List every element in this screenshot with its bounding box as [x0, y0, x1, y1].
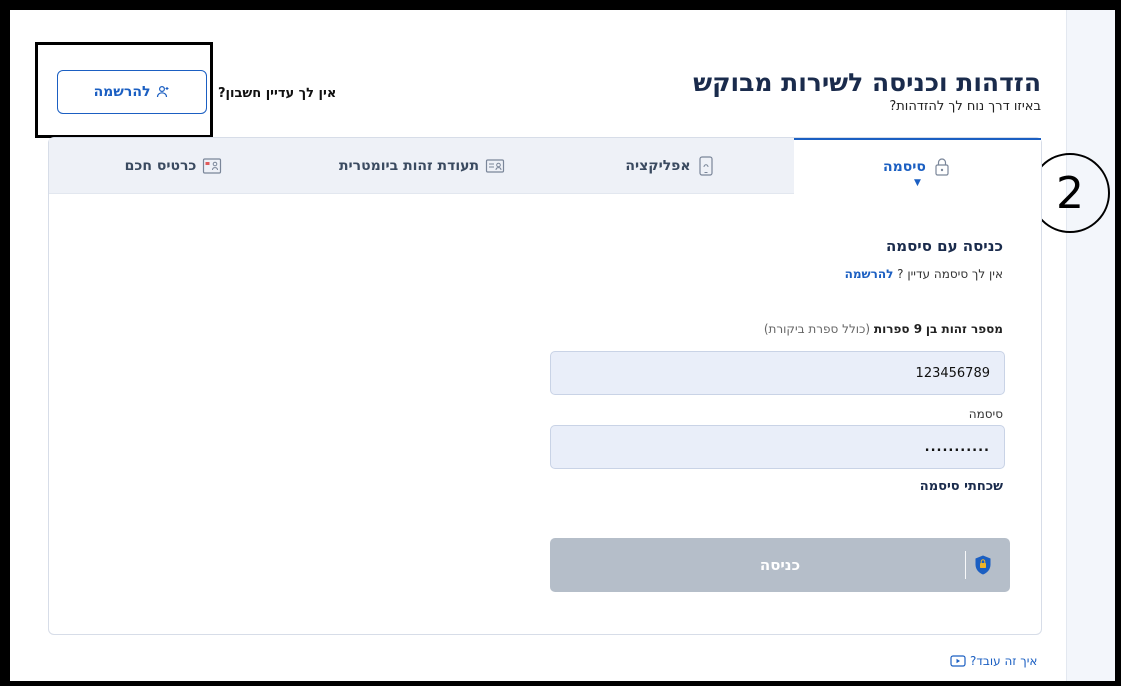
frame-left-border [0, 0, 10, 686]
tab-app-label: אפליקציה [625, 157, 691, 174]
no-account-text: אין לך עדיין חשבון? [218, 86, 337, 101]
page-title: הזדהות וכניסה לשירות מבוקש [693, 68, 1041, 97]
tab-smart-card[interactable]: כרטיס חכם [49, 138, 298, 193]
id-card-icon [485, 158, 505, 174]
login-method-tabs: סיסמה ▼ אפליקציה תעודת זהות ביומטרית כרט… [49, 138, 1041, 194]
tab-biometric-id-label: תעודת זהות ביומטרית [338, 157, 480, 174]
frame-bottom-border [0, 681, 1121, 686]
how-it-works-link[interactable]: איך זה עובד? [950, 654, 1037, 668]
id-label-prefix: מספר זהות בן [925, 322, 1003, 336]
password-input[interactable]: ........... [550, 425, 1005, 469]
login-card: סיסמה ▼ אפליקציה תעודת זהות ביומטרית כרט… [48, 137, 1042, 635]
phone-icon [697, 155, 715, 177]
no-password-prefix: אין לך סיסמה עדיין ? [897, 267, 1003, 281]
play-video-icon [950, 655, 966, 667]
right-side-panel [1066, 10, 1115, 681]
login-button-label: כניסה [759, 556, 801, 574]
lock-icon [932, 157, 952, 177]
annotation-highlight-box [35, 42, 213, 138]
no-password-signup-link[interactable]: להרשמה [845, 267, 894, 281]
tab-smart-card-label: כרטיס חכם [124, 157, 197, 174]
how-it-works-label: איך זה עובד? [970, 654, 1038, 668]
id-number-input[interactable]: 123456789 [550, 351, 1005, 395]
no-password-text: אין לך סיסמה עדיין ? להרשמה [845, 267, 1003, 281]
tab-biometric-id[interactable]: תעודת זהות ביומטרית [298, 138, 546, 193]
smart-card-icon [202, 157, 222, 175]
frame-right-border [1114, 0, 1121, 686]
password-field-label: סיסמה [968, 407, 1003, 421]
id-field-label: מספר זהות בן 9 ספרות (כולל ספרת ביקורת) [764, 322, 1003, 336]
annotation-step-number: 2 [1030, 153, 1110, 233]
id-label-digits: 9 ספרות [873, 322, 923, 336]
login-button[interactable]: כניסה [550, 538, 1010, 592]
login-button-divider [965, 551, 966, 579]
section-title: כניסה עם סיסמה [885, 237, 1003, 255]
shield-icon [970, 552, 996, 578]
frame-top-border [0, 0, 1121, 10]
tab-password-label: סיסמה [883, 159, 926, 175]
id-label-note: (כולל ספרת ביקורת) [763, 322, 871, 336]
page-subtitle: באיזו דרך נוח לך להזדהות? [889, 99, 1041, 114]
tab-password[interactable]: סיסמה ▼ [794, 138, 1041, 194]
forgot-password-link[interactable]: שכחתי סיסמה [920, 479, 1003, 494]
active-tab-caret-icon: ▼ [914, 178, 921, 188]
tab-app[interactable]: אפליקציה [546, 138, 794, 193]
